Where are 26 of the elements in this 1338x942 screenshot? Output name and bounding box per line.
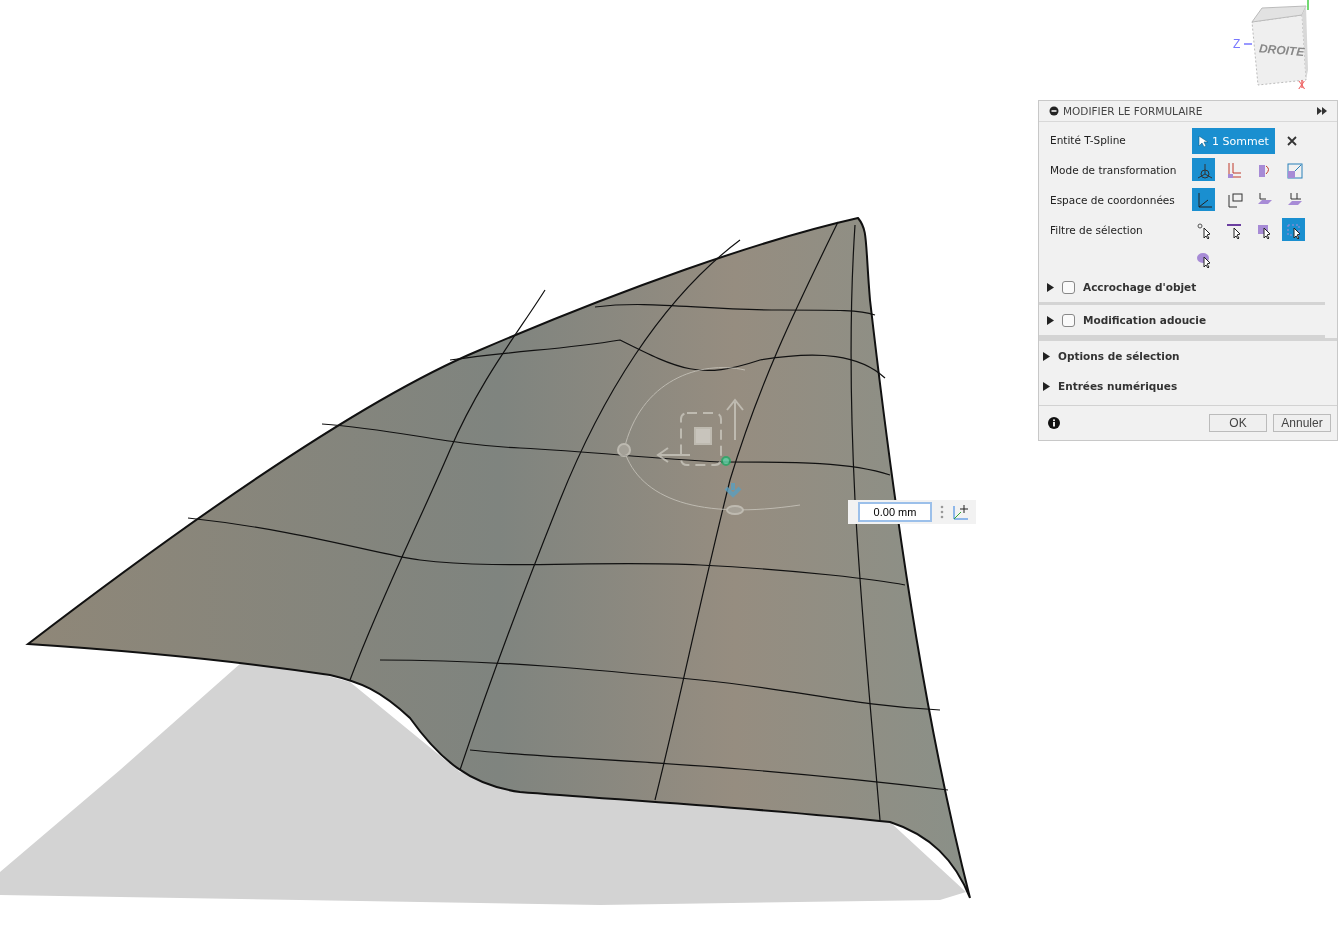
checkbox[interactable]: [1062, 313, 1075, 327]
collapse-icon[interactable]: [1049, 106, 1059, 116]
axes-move-icon[interactable]: [952, 503, 970, 521]
dialog-button[interactable]: OK: [1209, 414, 1267, 432]
view-cube-face-label: DROITE: [1258, 41, 1305, 60]
view-cube[interactable]: [1243, 0, 1309, 89]
checkbox[interactable]: [1062, 280, 1075, 294]
distance-input-field[interactable]: 0.00 mm: [858, 502, 932, 522]
expand-panel-icon[interactable]: [1317, 107, 1327, 115]
panel-title: MODIFIER LE FORMULAIRE: [1063, 105, 1203, 117]
axis-label: Z: [1233, 37, 1241, 51]
clear-selection-icon[interactable]: [1286, 136, 1297, 146]
cursor-icon: [1198, 134, 1208, 148]
section-header[interactable]: Modification adoucie: [1047, 305, 1207, 335]
selection-button[interactable]: 1 Sommet: [1192, 128, 1275, 154]
dialog-button[interactable]: Annuler: [1273, 414, 1331, 432]
field-label: Entité T-Spline: [1050, 133, 1127, 146]
section-header[interactable]: Accrochage d'objet: [1047, 272, 1197, 302]
tool-option-button[interactable]: [1282, 218, 1305, 241]
field-label: Mode de transformation: [1050, 163, 1178, 176]
section-header[interactable]: Options de sélection: [1043, 341, 1180, 371]
section-header[interactable]: Entrées numériques: [1043, 371, 1178, 401]
more-options-icon[interactable]: [940, 505, 944, 519]
info-icon[interactable]: [1048, 417, 1060, 429]
field-label: Filtre de sélection: [1050, 223, 1144, 236]
field-label: Espace de coordonnées: [1050, 193, 1176, 206]
